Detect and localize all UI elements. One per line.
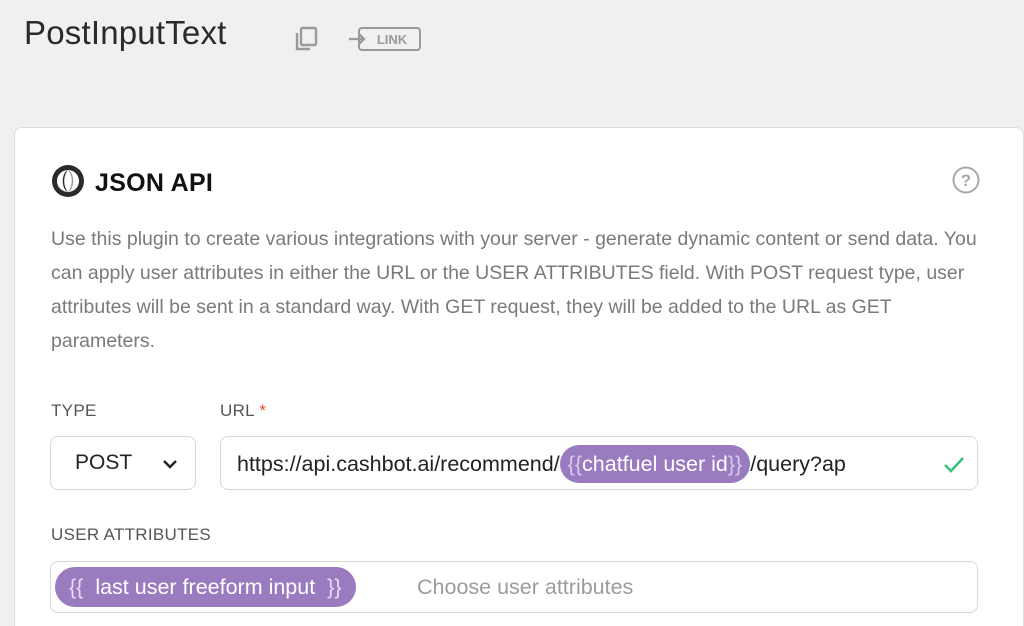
type-select[interactable]: POST [50, 436, 196, 490]
user-attributes-input[interactable]: {{ last user freeform input }} Choose us… [50, 561, 978, 613]
chip-close-brace: }} [727, 452, 743, 476]
url-label-text: URL [220, 401, 255, 420]
url-suffix: /query?ap [750, 451, 846, 476]
link-label: LINK [377, 32, 408, 47]
block-header: PostInputText LINK [0, 0, 1024, 80]
attribute-chip[interactable]: {{ last user freeform input }} [55, 567, 356, 607]
type-select-value: POST [75, 451, 133, 474]
copy-button[interactable] [292, 24, 322, 54]
url-label: URL * [220, 401, 266, 421]
svg-text:?: ? [961, 171, 971, 190]
help-icon[interactable]: ? [951, 165, 981, 195]
attribute-chip-open: {{ [69, 575, 84, 599]
url-attribute-chip[interactable]: {{chatfuel user id}} [559, 445, 751, 483]
chip-attribute-name: chatfuel user id [582, 452, 728, 476]
attribute-chip-close: }} [327, 575, 342, 599]
link-icon: LINK [349, 27, 421, 51]
attribute-chip-name: last user freeform input [95, 575, 316, 599]
plugin-description: Use this plugin to create various integr… [51, 228, 977, 352]
user-attributes-placeholder: Choose user attributes [417, 575, 634, 599]
type-label: TYPE [51, 401, 97, 420]
chip-open-brace: {{ [567, 452, 583, 476]
json-logo-icon [51, 164, 85, 198]
chevron-down-icon [163, 460, 177, 469]
block-title[interactable]: PostInputText [24, 14, 227, 52]
plugin-title: JSON API [95, 169, 214, 197]
user-attributes-label: USER ATTRIBUTES [51, 525, 212, 544]
url-value: https://api.cashbot.ai/recommend/ {{chat… [237, 437, 846, 489]
required-mark: * [259, 401, 267, 420]
url-prefix: https://api.cashbot.ai/recommend/ [237, 451, 560, 476]
check-icon [944, 457, 964, 473]
json-api-card: JSON API ? Use this plugin to create var… [14, 127, 1024, 626]
copy-icon [295, 26, 318, 51]
link-button[interactable]: LINK [348, 26, 422, 52]
url-input[interactable]: https://api.cashbot.ai/recommend/ {{chat… [220, 436, 978, 490]
